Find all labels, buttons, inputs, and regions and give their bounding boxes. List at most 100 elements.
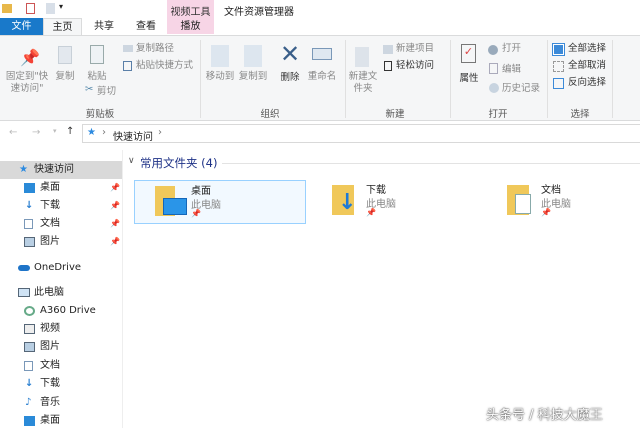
download-icon: ↓ — [25, 200, 34, 211]
group-open: 打开 — [488, 109, 508, 120]
copy-icon — [58, 46, 72, 64]
breadcrumb-chevron[interactable]: › — [158, 127, 162, 138]
window-title: 文件资源管理器 — [224, 7, 294, 18]
rename-button[interactable]: 重命名 — [306, 71, 338, 83]
breadcrumb-separator: › — [102, 127, 106, 138]
sidebar-item-music[interactable]: ♪ 音乐 — [0, 394, 122, 412]
pin-icon: 📌 — [191, 209, 201, 218]
new-item-button[interactable]: 新建项目 — [396, 43, 434, 55]
copy-path-button[interactable]: 复制路径 — [136, 43, 174, 55]
title-bar: ▾ — [0, 0, 640, 18]
select-all-button[interactable]: 全部选择 — [568, 43, 606, 55]
section-header-frequent-folders[interactable]: 常用文件夹 (4) — [140, 155, 217, 171]
edit-button[interactable]: 编辑 — [502, 64, 521, 76]
tab-play[interactable]: 播放 — [167, 18, 214, 35]
properties-button[interactable]: 属性 — [455, 73, 483, 85]
easy-access-icon — [384, 61, 392, 71]
star-icon: ★ — [19, 164, 28, 175]
copy-to-button[interactable]: 复制到 — [237, 71, 269, 83]
sidebar-item-pictures-pc[interactable]: 图片 — [0, 338, 122, 356]
folder-card-documents[interactable]: 文档 此电脑 📌 — [485, 180, 640, 224]
history-button[interactable]: 历史记录 — [502, 83, 540, 95]
back-button[interactable]: ← — [9, 127, 17, 138]
folder-card-downloads[interactable]: ↓ 下载 此电脑 📌 — [310, 180, 482, 224]
folder-icon — [2, 4, 12, 13]
address-bar[interactable]: ★ › 快速访问 › — [82, 124, 640, 143]
tab-view[interactable]: 查看 — [126, 18, 166, 35]
pictures-icon — [24, 237, 35, 247]
invert-selection-button[interactable]: 反向选择 — [568, 77, 606, 89]
tab-share[interactable]: 共享 — [84, 18, 124, 35]
select-none-button[interactable]: 全部取消 — [568, 60, 606, 72]
sidebar-item-quick-access[interactable]: ★ 快速访问 — [0, 161, 122, 179]
sidebar-item-pictures[interactable]: 图片 📌 — [0, 233, 122, 251]
document-icon — [24, 219, 33, 229]
copy-button[interactable]: 复制 — [52, 71, 78, 83]
pictures-icon — [24, 342, 35, 352]
move-to-icon — [211, 45, 229, 67]
select-all-icon — [552, 43, 565, 56]
paste-icon — [90, 45, 104, 64]
move-to-button[interactable]: 移动到 — [204, 71, 236, 83]
paste-shortcut-button[interactable]: 粘贴快捷方式 — [136, 60, 193, 72]
pin-quick-access-button[interactable]: 固定到"快速访问" — [4, 71, 50, 95]
scissors-icon: ✂ — [85, 84, 94, 95]
open-icon — [488, 45, 498, 55]
copy-path-icon — [123, 45, 133, 52]
paste-shortcut-icon — [123, 61, 132, 71]
section-chevron[interactable]: ∨ — [128, 156, 135, 166]
watermark: 头条号 / 科技大魔王 — [486, 408, 603, 423]
computer-icon — [18, 288, 30, 297]
properties-icon: ✓ — [461, 44, 476, 63]
delete-icon: ✕ — [280, 40, 301, 68]
sidebar-item-this-pc[interactable]: 此电脑 — [0, 284, 122, 302]
sidebar-item-desktop-pc[interactable]: 桌面 — [0, 412, 122, 430]
tab-file[interactable]: 文件 — [0, 18, 43, 35]
paste-button[interactable]: 粘贴 — [84, 71, 110, 83]
section-rule — [222, 163, 640, 164]
pin-icon: 📌 — [20, 48, 40, 67]
cloud-icon — [18, 265, 30, 271]
qat-dropdown-icon[interactable]: ▾ — [59, 2, 63, 11]
open-button[interactable]: 打开 — [502, 43, 521, 55]
sidebar-item-downloads[interactable]: ↓ 下载 📌 — [0, 197, 122, 215]
easy-access-button[interactable]: 轻松访问 — [396, 60, 434, 72]
pin-icon: 📌 — [366, 208, 376, 217]
cut-button[interactable]: 剪切 — [97, 86, 116, 98]
new-folder-qat-icon[interactable] — [46, 3, 55, 14]
delete-button[interactable]: 删除 — [276, 72, 304, 84]
group-select: 选择 — [570, 109, 590, 120]
group-organize: 组织 — [260, 109, 280, 120]
rename-icon — [312, 48, 332, 60]
sidebar-item-onedrive[interactable]: OneDrive — [0, 259, 122, 277]
sidebar-divider — [122, 150, 123, 428]
sidebar-item-documents[interactable]: 文档 📌 — [0, 215, 122, 233]
up-button[interactable]: ↑ — [66, 126, 74, 137]
copy-to-icon — [244, 45, 262, 67]
folder-card-desktop[interactable]: 桌面 此电脑 📌 — [134, 180, 306, 224]
sidebar-item-videos[interactable]: 视频 — [0, 320, 122, 338]
tab-home[interactable]: 主页 — [43, 18, 82, 36]
video-icon — [24, 324, 35, 334]
desktop-icon — [24, 183, 35, 193]
forward-button[interactable]: → — [32, 127, 40, 138]
music-icon: ♪ — [25, 397, 32, 408]
sidebar-item-documents-pc[interactable]: 文档 — [0, 357, 122, 375]
sidebar-item-downloads-pc[interactable]: ↓ 下载 — [0, 375, 122, 393]
new-folder-button[interactable]: 新建文件夹 — [347, 71, 379, 95]
properties-qat-icon[interactable] — [26, 3, 35, 14]
breadcrumb-quick-access[interactable]: 快速访问 — [113, 128, 153, 143]
invert-selection-icon — [553, 78, 564, 89]
download-icon: ↓ — [25, 378, 34, 389]
pin-icon: 📌 — [110, 183, 120, 192]
sidebar-item-a360-drive[interactable]: A360 Drive — [0, 302, 122, 320]
recent-dropdown[interactable]: ▾ — [53, 127, 57, 135]
group-clipboard: 剪贴板 — [85, 109, 115, 120]
sidebar-item-desktop[interactable]: 桌面 📌 — [0, 179, 122, 197]
a360-drive-icon — [24, 306, 35, 316]
desktop-icon — [24, 416, 35, 426]
edit-icon — [489, 63, 498, 74]
quick-access-star-icon: ★ — [87, 127, 96, 138]
history-icon — [489, 83, 499, 93]
new-folder-icon — [355, 47, 369, 67]
